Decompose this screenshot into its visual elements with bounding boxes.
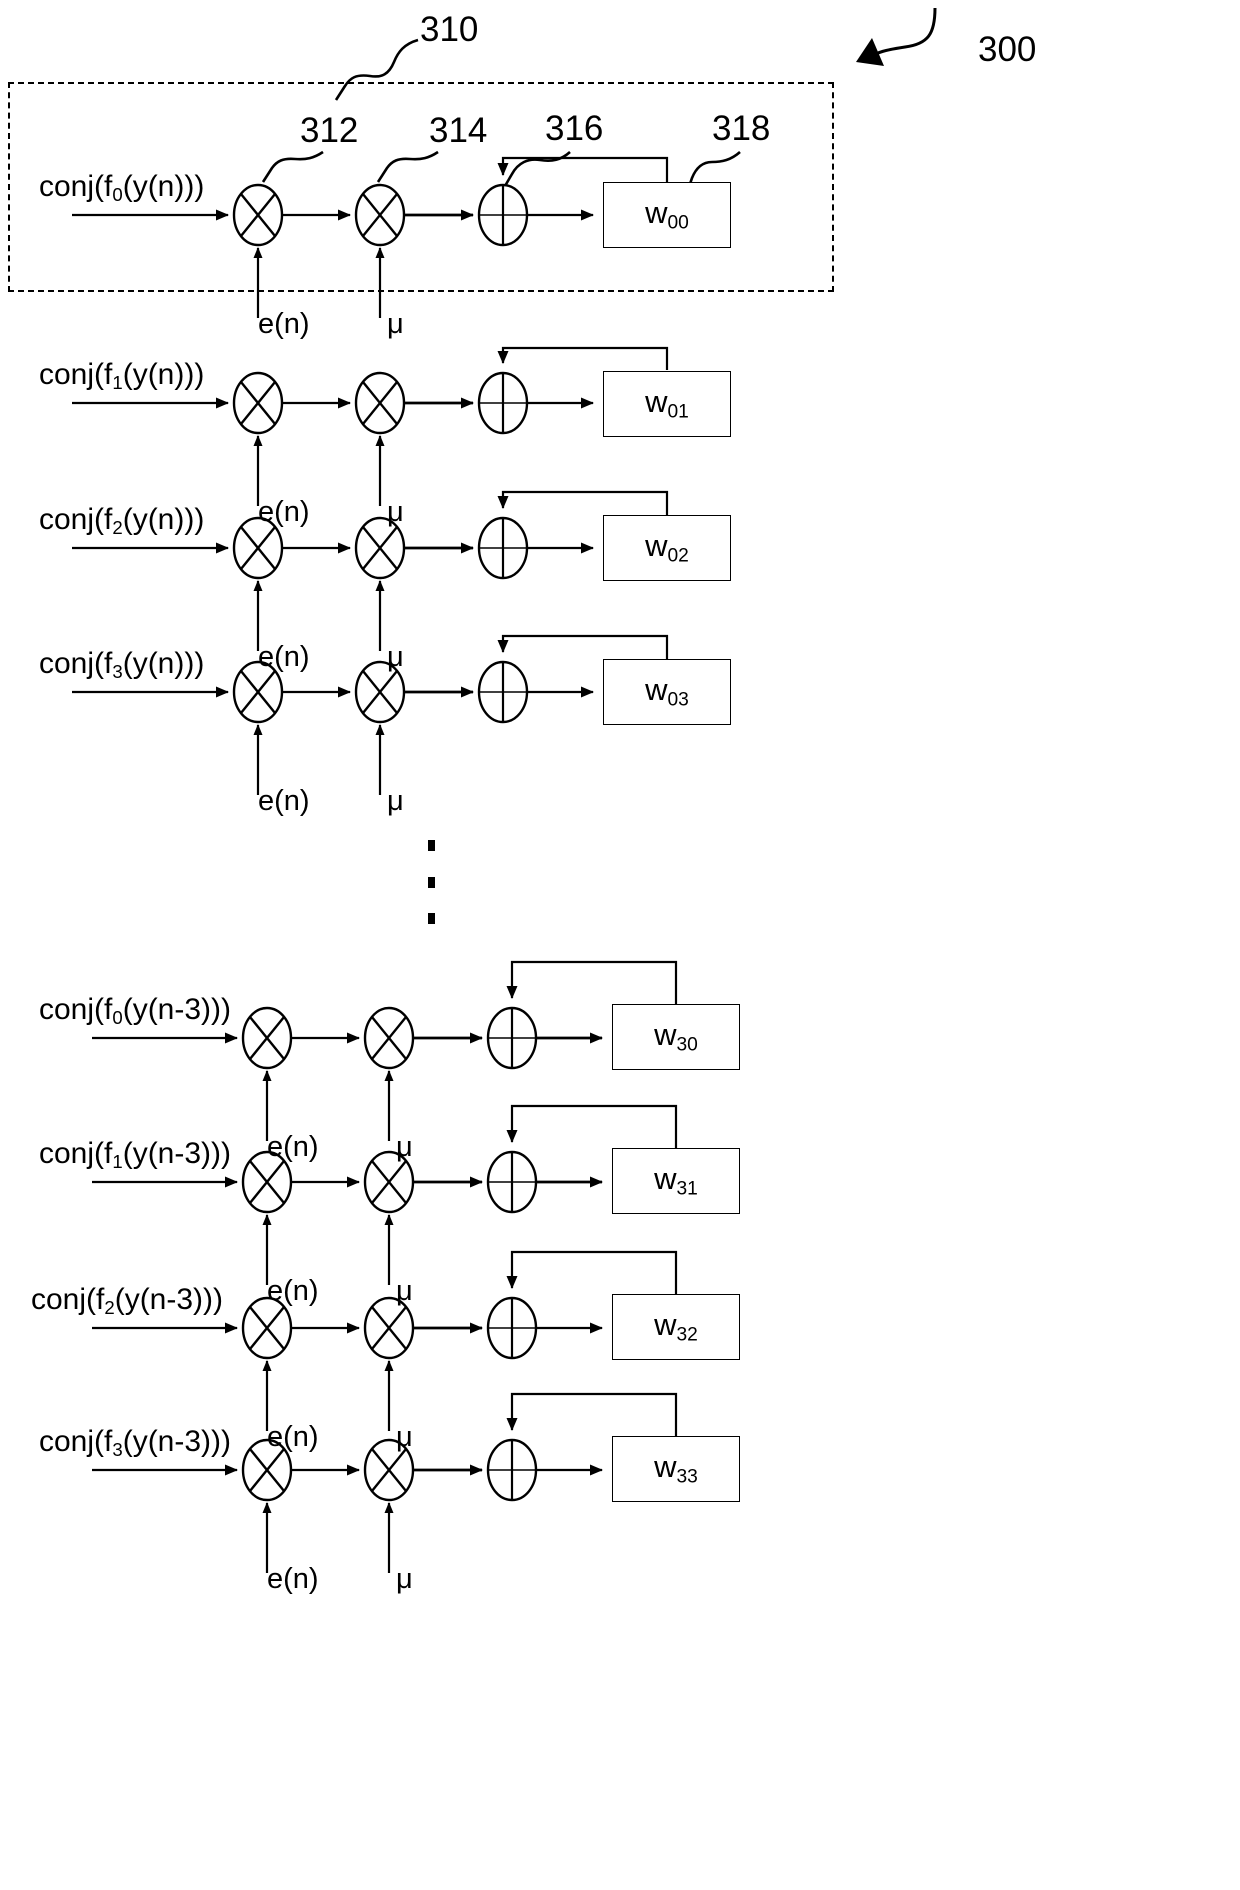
row-6-wiring [92, 1250, 678, 1431]
row-1-mu-input-label: μ [387, 496, 404, 528]
row-4-error-input-label: e(n) [267, 1131, 319, 1163]
row-1-input-head: conj(f [39, 358, 113, 391]
vertical-ellipsis-dot-1 [428, 840, 435, 851]
weight-register-w02: w02 [603, 515, 731, 581]
row-6-mu-input-label: μ [396, 1421, 413, 1453]
row-3-input-label: conj(f3(y(n))) [39, 649, 204, 682]
weight-register-w30-label: w30 [654, 1017, 698, 1056]
row-5-error-input-label: e(n) [267, 1275, 319, 1307]
weight-register-w32-label: w32 [654, 1307, 698, 1346]
row-6-input-tail: (y(n-3))) [114, 1283, 224, 1316]
row-1-input-label: conj(f1(y(n))) [39, 360, 204, 393]
row-7-error-input-label: e(n) [267, 1563, 319, 1595]
weight-register-w01: w01 [603, 371, 731, 437]
row-3-input-head: conj(f [39, 647, 113, 680]
row-7-mu-input-label: μ [396, 1563, 413, 1595]
weight-register-w30: w30 [612, 1004, 740, 1070]
row-0-error-input-label: e(n) [258, 308, 310, 340]
row-1-input-tail: (y(n))) [122, 358, 205, 391]
row-2-input-index: 2 [112, 517, 123, 539]
weight-register-w33-label: w33 [654, 1449, 698, 1488]
weight-register-w32: w32 [612, 1294, 740, 1360]
callout-300-leader [856, 7, 937, 66]
figure-canvas: 300 310 312 314 316 318 conj(f0(y(n))) e… [0, 0, 1240, 1890]
weight-register-w00-label: w00 [645, 195, 689, 234]
callout-318-label: 318 [712, 109, 771, 148]
row-0-input-head: conj(f [39, 170, 113, 203]
row-3-mu-input-label: μ [387, 785, 404, 817]
row-7-input-label: conj(f3(y(n-3))) [39, 1427, 231, 1460]
row-2-input-head: conj(f [39, 503, 113, 536]
row-2-input-label: conj(f2(y(n))) [39, 505, 204, 538]
row-5-input-index: 1 [112, 1151, 123, 1173]
row-4-mu-input-label: μ [396, 1131, 413, 1163]
row-7-input-head: conj(f [39, 1425, 113, 1458]
row-6-error-input-label: e(n) [267, 1421, 319, 1453]
row-5-mu-input-label: μ [396, 1275, 413, 1307]
row-1-error-input-label: e(n) [258, 496, 310, 528]
row-5-wiring [92, 1104, 678, 1285]
weight-register-w01-label: w01 [645, 384, 689, 423]
row-3-input-tail: (y(n))) [122, 647, 205, 680]
row-5-input-label: conj(f1(y(n-3))) [39, 1139, 231, 1172]
row-6-input-head: conj(f [31, 1283, 105, 1316]
weight-register-w02-label: w02 [645, 528, 689, 567]
vertical-ellipsis-dot-3 [428, 913, 435, 924]
row-4-input-label: conj(f0(y(n-3))) [39, 995, 231, 1028]
callout-314-label: 314 [429, 111, 488, 150]
row-7-wiring [92, 1392, 678, 1573]
row-0-input-label: conj(f0(y(n))) [39, 172, 204, 205]
vertical-ellipsis-dot-2 [428, 877, 435, 888]
row-1-input-index: 1 [112, 372, 123, 394]
row-2-error-input-label: e(n) [258, 641, 310, 673]
row-4-wiring [92, 960, 678, 1141]
row-3-error-input-label: e(n) [258, 785, 310, 817]
row-0-mu-input-label: μ [387, 308, 404, 340]
row-7-input-tail: (y(n-3))) [122, 1425, 232, 1458]
weight-register-w33: w33 [612, 1436, 740, 1502]
row-4-input-head: conj(f [39, 993, 113, 1026]
weight-register-w03-label: w03 [645, 672, 689, 711]
row-7-input-index: 3 [112, 1439, 123, 1461]
row-4-input-tail: (y(n-3))) [122, 993, 232, 1026]
row-4-input-index: 0 [112, 1007, 123, 1029]
callout-310-label: 310 [420, 10, 479, 49]
row-2-input-tail: (y(n))) [122, 503, 205, 536]
callout-316-label: 316 [545, 109, 604, 148]
row-3-input-index: 3 [112, 661, 123, 683]
weight-register-w31: w31 [612, 1148, 740, 1214]
row-5-input-head: conj(f [39, 1137, 113, 1170]
row-0-input-tail: (y(n))) [122, 170, 205, 203]
row-5-input-tail: (y(n-3))) [122, 1137, 232, 1170]
row-6-input-index: 2 [104, 1297, 115, 1319]
row-2-mu-input-label: μ [387, 641, 404, 673]
figure-number-300: 300 [978, 30, 1037, 69]
row-0-input-index: 0 [112, 184, 123, 206]
weight-register-w00: w00 [603, 182, 731, 248]
callout-312-label: 312 [300, 111, 359, 150]
row-6-input-label: conj(f2(y(n-3))) [31, 1285, 223, 1318]
weight-register-w31-label: w31 [654, 1161, 698, 1200]
weight-register-w03: w03 [603, 659, 731, 725]
